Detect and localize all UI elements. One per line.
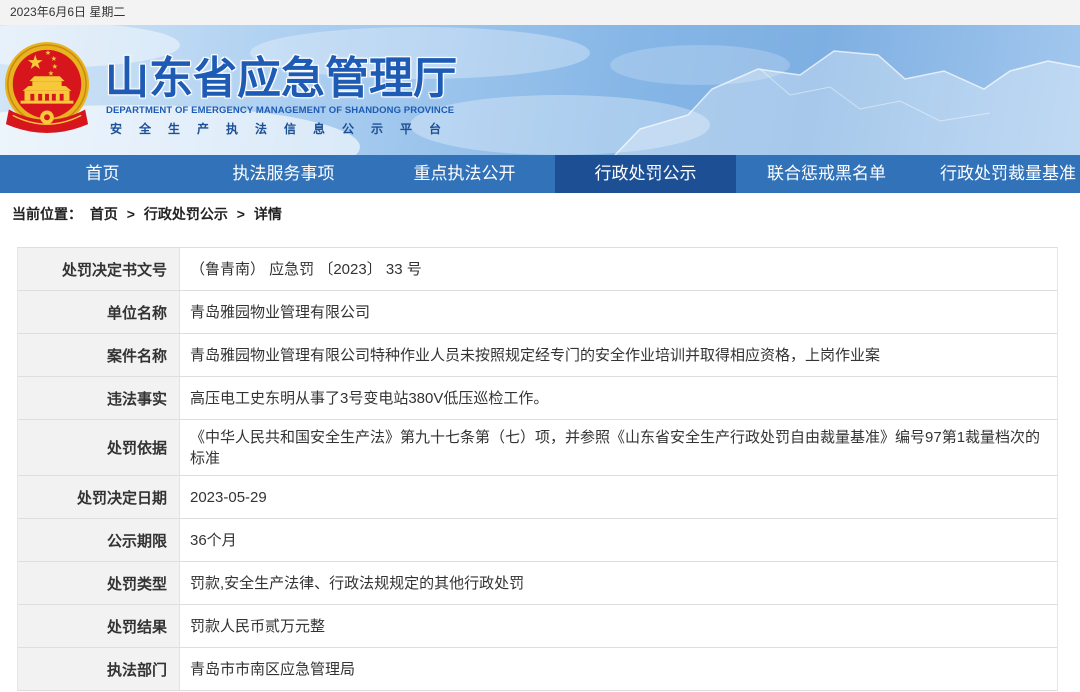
- detail-label: 违法事实: [18, 377, 180, 419]
- detail-label: 单位名称: [18, 291, 180, 333]
- penalty-result-value: 罚款人民币贰万元整: [190, 617, 326, 635]
- breadcrumb: 当前位置： 首页 > 行政处罚公示 > 详情: [12, 200, 282, 228]
- penalty-type-value: 罚款,安全生产法律、行政法规规定的其他行政处罚: [190, 574, 525, 592]
- nav-item-joint-blacklist[interactable]: 联合惩戒黑名单: [736, 155, 917, 193]
- penalty-basis-value: 《中华人民共和国安全生产法》第九十七条第（七）项，并参照《山东省安全生产行政处罚…: [190, 428, 1041, 467]
- decision-number-value: （鲁青南） 应急罚 〔2023〕 33 号: [190, 260, 422, 278]
- breadcrumb-current: 详情: [253, 206, 282, 222]
- row-company-name: 单位名称 青岛雅园物业管理有限公司: [18, 291, 1057, 334]
- detail-label: 案件名称: [18, 334, 180, 376]
- row-enforcement-department: 执法部门 青岛市市南区应急管理局: [18, 648, 1057, 691]
- detail-value: 36个月: [180, 519, 1057, 561]
- nav-item-key-enforcement-disclosure[interactable]: 重点执法公开: [374, 155, 555, 193]
- row-penalty-type: 处罚类型 罚款,安全生产法律、行政法规规定的其他行政处罚: [18, 562, 1057, 605]
- detail-value: 青岛雅园物业管理有限公司特种作业人员未按照规定经专门的安全作业培训并取得相应资格…: [180, 334, 1057, 376]
- detail-value: 青岛市市南区应急管理局: [180, 648, 1057, 690]
- violation-facts-value: 高压电工史东明从事了3号变电站380V低压巡检工作。: [190, 389, 549, 407]
- detail-label: 处罚决定书文号: [18, 248, 180, 290]
- detail-label: 公示期限: [18, 519, 180, 561]
- current-date: 2023年6月6日 星期二: [10, 5, 126, 19]
- detail-label: 处罚决定日期: [18, 476, 180, 518]
- row-decision-date: 处罚决定日期 2023-05-29: [18, 476, 1057, 519]
- company-name-value: 青岛雅园物业管理有限公司: [190, 303, 371, 321]
- detail-label: 执法部门: [18, 648, 180, 690]
- detail-label: 处罚结果: [18, 605, 180, 647]
- detail-value: 罚款人民币贰万元整: [180, 605, 1057, 647]
- top-date-bar: 2023年6月6日 星期二: [0, 0, 1080, 25]
- row-decision-number: 处罚决定书文号 （鲁青南） 应急罚 〔2023〕 33 号: [18, 248, 1057, 291]
- decision-date-value: 2023-05-29: [190, 488, 267, 506]
- row-disclosure-period: 公示期限 36个月: [18, 519, 1057, 562]
- detail-value: （鲁青南） 应急罚 〔2023〕 33 号: [180, 248, 1057, 290]
- row-violation-facts: 违法事实 高压电工史东明从事了3号变电站380V低压巡检工作。: [18, 377, 1057, 420]
- row-penalty-result: 处罚结果 罚款人民币贰万元整: [18, 605, 1057, 648]
- breadcrumb-prefix: 当前位置：: [12, 206, 82, 222]
- site-subtitle-english: DEPARTMENT OF EMERGENCY MANAGEMENT OF SH…: [106, 105, 455, 116]
- row-case-name: 案件名称 青岛雅园物业管理有限公司特种作业人员未按照规定经专门的安全作业培训并取…: [18, 334, 1057, 377]
- nav-item-enforcement-services[interactable]: 执法服务事项: [193, 155, 374, 193]
- national-emblem-icon: [4, 42, 90, 133]
- detail-value: 2023-05-29: [180, 476, 1057, 518]
- detail-value: 《中华人民共和国安全生产法》第九十七条第（七）项，并参照《山东省安全生产行政处罚…: [180, 420, 1057, 475]
- breadcrumb-separator: >: [236, 206, 245, 222]
- main-nav: 首页 执法服务事项 重点执法公开 行政处罚公示 联合惩戒黑名单 行政处罚裁量基准: [0, 155, 1080, 193]
- detail-value: 青岛雅园物业管理有限公司: [180, 291, 1057, 333]
- disclosure-period-value: 36个月: [190, 531, 237, 549]
- nav-item-penalty-discretion-standard[interactable]: 行政处罚裁量基准: [917, 155, 1080, 193]
- detail-value: 高压电工史东明从事了3号变电站380V低压巡检工作。: [180, 377, 1057, 419]
- nav-item-home[interactable]: 首页: [12, 155, 193, 193]
- enforcement-department-value: 青岛市市南区应急管理局: [190, 660, 356, 678]
- penalty-detail-table: 处罚决定书文号 （鲁青南） 应急罚 〔2023〕 33 号 单位名称 青岛雅园物…: [17, 247, 1058, 691]
- platform-name: 安全生产执法信息公示平台: [110, 122, 459, 136]
- nav-item-penalty-disclosure[interactable]: 行政处罚公示: [555, 155, 736, 193]
- detail-label: 处罚类型: [18, 562, 180, 604]
- breadcrumb-home-link[interactable]: 首页: [90, 206, 118, 222]
- breadcrumb-penalty-disclosure-link[interactable]: 行政处罚公示: [144, 206, 228, 222]
- page: 2023年6月6日 星期二 山东省应急管理厅 DEPARTMENT OF EME…: [0, 0, 1080, 692]
- detail-label: 处罚依据: [18, 420, 180, 475]
- row-penalty-basis: 处罚依据 《中华人民共和国安全生产法》第九十七条第（七）项，并参照《山东省安全生…: [18, 420, 1057, 476]
- case-name-value: 青岛雅园物业管理有限公司特种作业人员未按照规定经专门的安全作业培训并取得相应资格…: [190, 346, 881, 364]
- detail-value: 罚款,安全生产法律、行政法规规定的其他行政处罚: [180, 562, 1057, 604]
- breadcrumb-separator: >: [126, 206, 135, 222]
- site-banner: 山东省应急管理厅 DEPARTMENT OF EMERGENCY MANAGEM…: [0, 25, 1080, 155]
- site-title: 山东省应急管理厅: [105, 54, 457, 103]
